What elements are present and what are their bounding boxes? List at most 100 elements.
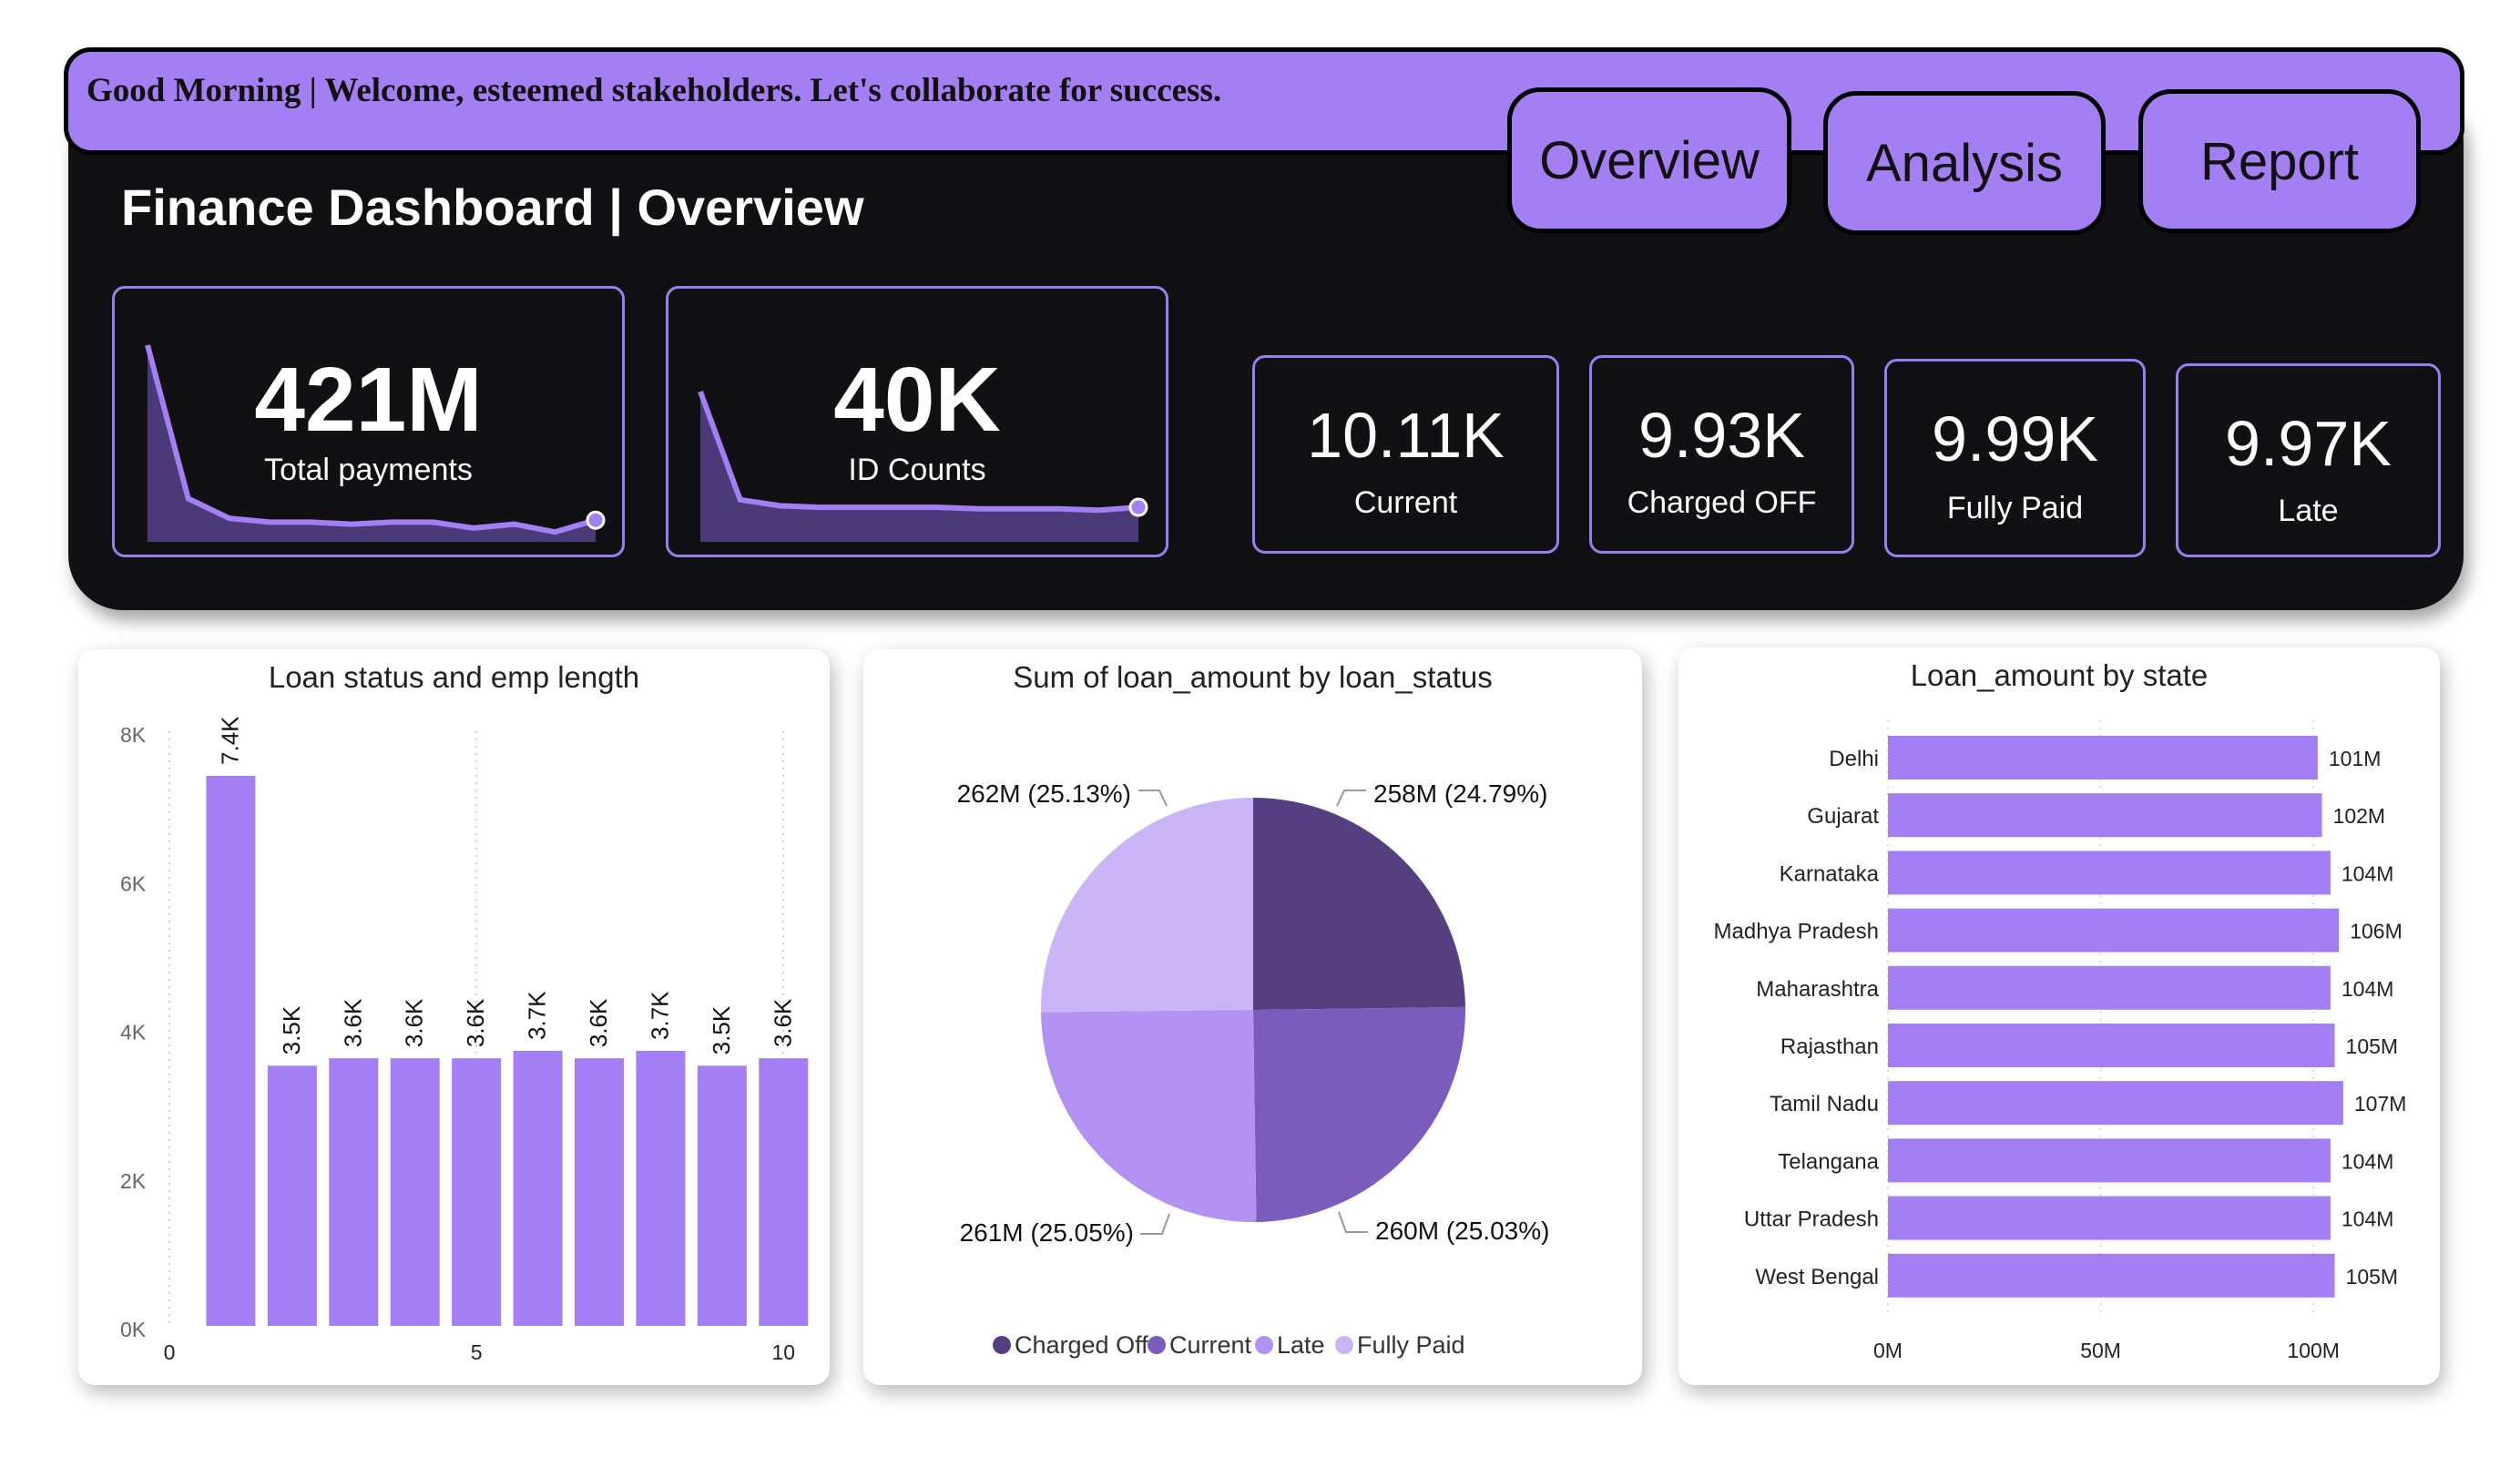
bar-data-label: 3.7K bbox=[646, 991, 673, 1040]
bar bbox=[759, 1058, 809, 1326]
y-tick-label: 6K bbox=[120, 871, 147, 895]
legend-marker bbox=[1255, 1336, 1273, 1354]
legend-marker bbox=[1148, 1336, 1166, 1354]
bar bbox=[329, 1058, 379, 1326]
kpi-value: 40K bbox=[833, 349, 1001, 451]
category-label: Karnataka bbox=[1780, 861, 1880, 886]
bar-data-label: 3.6K bbox=[339, 998, 366, 1047]
kpi-current-card[interactable]: 10.11K Current bbox=[1252, 355, 1559, 554]
pie-slice bbox=[1253, 1006, 1465, 1222]
category-label: Telangana bbox=[1778, 1149, 1879, 1174]
kpi-fully-paid-card[interactable]: 9.99K Fully Paid bbox=[1884, 359, 2146, 557]
bar bbox=[513, 1050, 563, 1326]
loan-status-pie-card[interactable]: Sum of loan_amount by loan_status 258M (… bbox=[863, 649, 1642, 1385]
pie-slice bbox=[1253, 798, 1465, 1010]
x-tick-label: 100M bbox=[2287, 1339, 2340, 1362]
bar bbox=[267, 1065, 317, 1326]
kpi-label: Current bbox=[1353, 485, 1458, 520]
bar-data-label: 3.5K bbox=[708, 1005, 735, 1055]
category-label: Uttar Pradesh bbox=[1744, 1207, 1879, 1232]
bar bbox=[1888, 1196, 2331, 1240]
legend-marker bbox=[1335, 1336, 1353, 1354]
pie-data-label: 262M (25.13%) bbox=[957, 779, 1131, 808]
bar bbox=[1888, 1024, 2335, 1067]
bar bbox=[697, 1065, 747, 1326]
bar-data-label: 104M bbox=[2341, 861, 2394, 885]
bar-data-label: 3.6K bbox=[401, 998, 428, 1047]
y-tick-label: 4K bbox=[120, 1021, 147, 1044]
legend-label: Charged Off bbox=[1015, 1331, 1148, 1359]
pie-leader-line bbox=[1336, 790, 1366, 807]
bar-data-label: 7.4K bbox=[216, 716, 243, 765]
nav-overview-button[interactable]: Overview bbox=[1507, 87, 1791, 233]
category-label: Maharashtra bbox=[1756, 977, 1879, 1002]
bar-data-label: 102M bbox=[2333, 804, 2386, 828]
category-label: Gujarat bbox=[1807, 804, 1879, 829]
nav-analysis-button[interactable]: Analysis bbox=[1823, 91, 2106, 235]
category-label: Rajasthan bbox=[1780, 1034, 1879, 1059]
bar-data-label: 3.6K bbox=[462, 998, 489, 1047]
bar-data-label: 104M bbox=[2341, 1149, 2394, 1173]
bar-data-label: 105M bbox=[2346, 1265, 2399, 1289]
kpi-value: 9.97K bbox=[2225, 408, 2392, 479]
pie-leader-line bbox=[1140, 1213, 1170, 1235]
bar bbox=[1888, 1253, 2335, 1298]
kpi-late-card[interactable]: 9.97K Late bbox=[2176, 363, 2441, 557]
legend-label: Fully Paid bbox=[1357, 1331, 1465, 1359]
bar-data-label: 107M bbox=[2354, 1092, 2407, 1116]
kpi-total-payments-card[interactable]: 421M Total payments bbox=[112, 286, 625, 557]
bar-data-label: 3.6K bbox=[769, 998, 796, 1047]
category-label: Tamil Nadu bbox=[1770, 1092, 1879, 1116]
category-label: Delhi bbox=[1829, 747, 1879, 771]
category-label: West Bengal bbox=[1755, 1265, 1879, 1289]
state-bar-chart: Delhi 101M Gujarat 102M Karnataka 104M Madhya … bbox=[1714, 720, 2407, 1362]
bar-data-label: 101M bbox=[2329, 747, 2382, 770]
pie-leader-line bbox=[1338, 1211, 1368, 1233]
bar bbox=[1888, 1138, 2331, 1183]
legend-label: Current bbox=[1169, 1331, 1252, 1359]
state-chart-card[interactable]: Loan_amount by state Delhi 101M Gujarat 102… bbox=[1678, 647, 2440, 1385]
kpi-value: 9.93K bbox=[1638, 400, 1805, 471]
x-tick-label: 5 bbox=[471, 1340, 483, 1364]
kpi-charged-off-card[interactable]: 9.93K Charged OFF bbox=[1589, 355, 1854, 554]
bar bbox=[1888, 965, 2331, 1010]
bar bbox=[206, 775, 256, 1326]
x-tick-label: 0 bbox=[164, 1340, 176, 1364]
kpi-value: 421M bbox=[254, 349, 483, 451]
kpi-label: Late bbox=[2278, 494, 2339, 528]
bar bbox=[1888, 908, 2340, 953]
x-tick-label: 0M bbox=[1873, 1339, 1903, 1362]
sparkline-end-marker bbox=[586, 510, 606, 530]
bar-data-label: 104M bbox=[2341, 977, 2394, 1001]
emp-length-bar-chart: 0K 2K 4K 6K 8K 0 5 10 7.4K 3.5K 3.6K 3.6K 3.6K 3.7K 3.… bbox=[120, 716, 809, 1364]
pie-slice bbox=[1041, 1010, 1257, 1222]
emp-length-chart-card[interactable]: Loan status and emp length 0K 2K 4K 6K 8K 0 5 1… bbox=[78, 649, 830, 1385]
bar bbox=[452, 1058, 502, 1326]
pie-data-label: 260M (25.03%) bbox=[1375, 1217, 1549, 1245]
loan-status-pie-chart: 258M (24.79%) 260M (25.03%) 261M (25.05%) 2… bbox=[957, 779, 1550, 1359]
kpi-value: 9.99K bbox=[1932, 403, 2098, 474]
legend-label: Late bbox=[1277, 1331, 1325, 1359]
greeting-text: Good Morning | Welcome, esteemed stakeho… bbox=[87, 72, 1222, 109]
kpi-label: Charged OFF bbox=[1627, 485, 1817, 520]
bar bbox=[1888, 851, 2331, 895]
pie-leader-line bbox=[1138, 790, 1168, 807]
kpi-value: 10.11K bbox=[1307, 400, 1505, 471]
bar bbox=[575, 1058, 624, 1326]
kpi-label: ID Counts bbox=[848, 453, 986, 487]
bar bbox=[390, 1058, 440, 1326]
bar-data-label: 3.7K bbox=[524, 991, 551, 1040]
page-title: Finance Dashboard | Overview bbox=[121, 178, 864, 236]
bar-data-label: 3.5K bbox=[278, 1005, 305, 1055]
kpi-label: Total payments bbox=[264, 453, 473, 487]
kpi-label: Fully Paid bbox=[1946, 491, 2084, 525]
pie-data-label: 261M (25.05%) bbox=[960, 1218, 1134, 1247]
legend-marker bbox=[993, 1336, 1011, 1354]
y-tick-label: 2K bbox=[120, 1169, 147, 1193]
bar bbox=[1888, 1081, 2343, 1126]
nav-report-button[interactable]: Report bbox=[2138, 89, 2421, 233]
kpi-id-counts-card[interactable]: 40K ID Counts bbox=[666, 286, 1168, 557]
x-tick-label: 10 bbox=[771, 1340, 795, 1364]
bar bbox=[1888, 793, 2322, 838]
bar-data-label: 3.6K bbox=[585, 998, 612, 1047]
